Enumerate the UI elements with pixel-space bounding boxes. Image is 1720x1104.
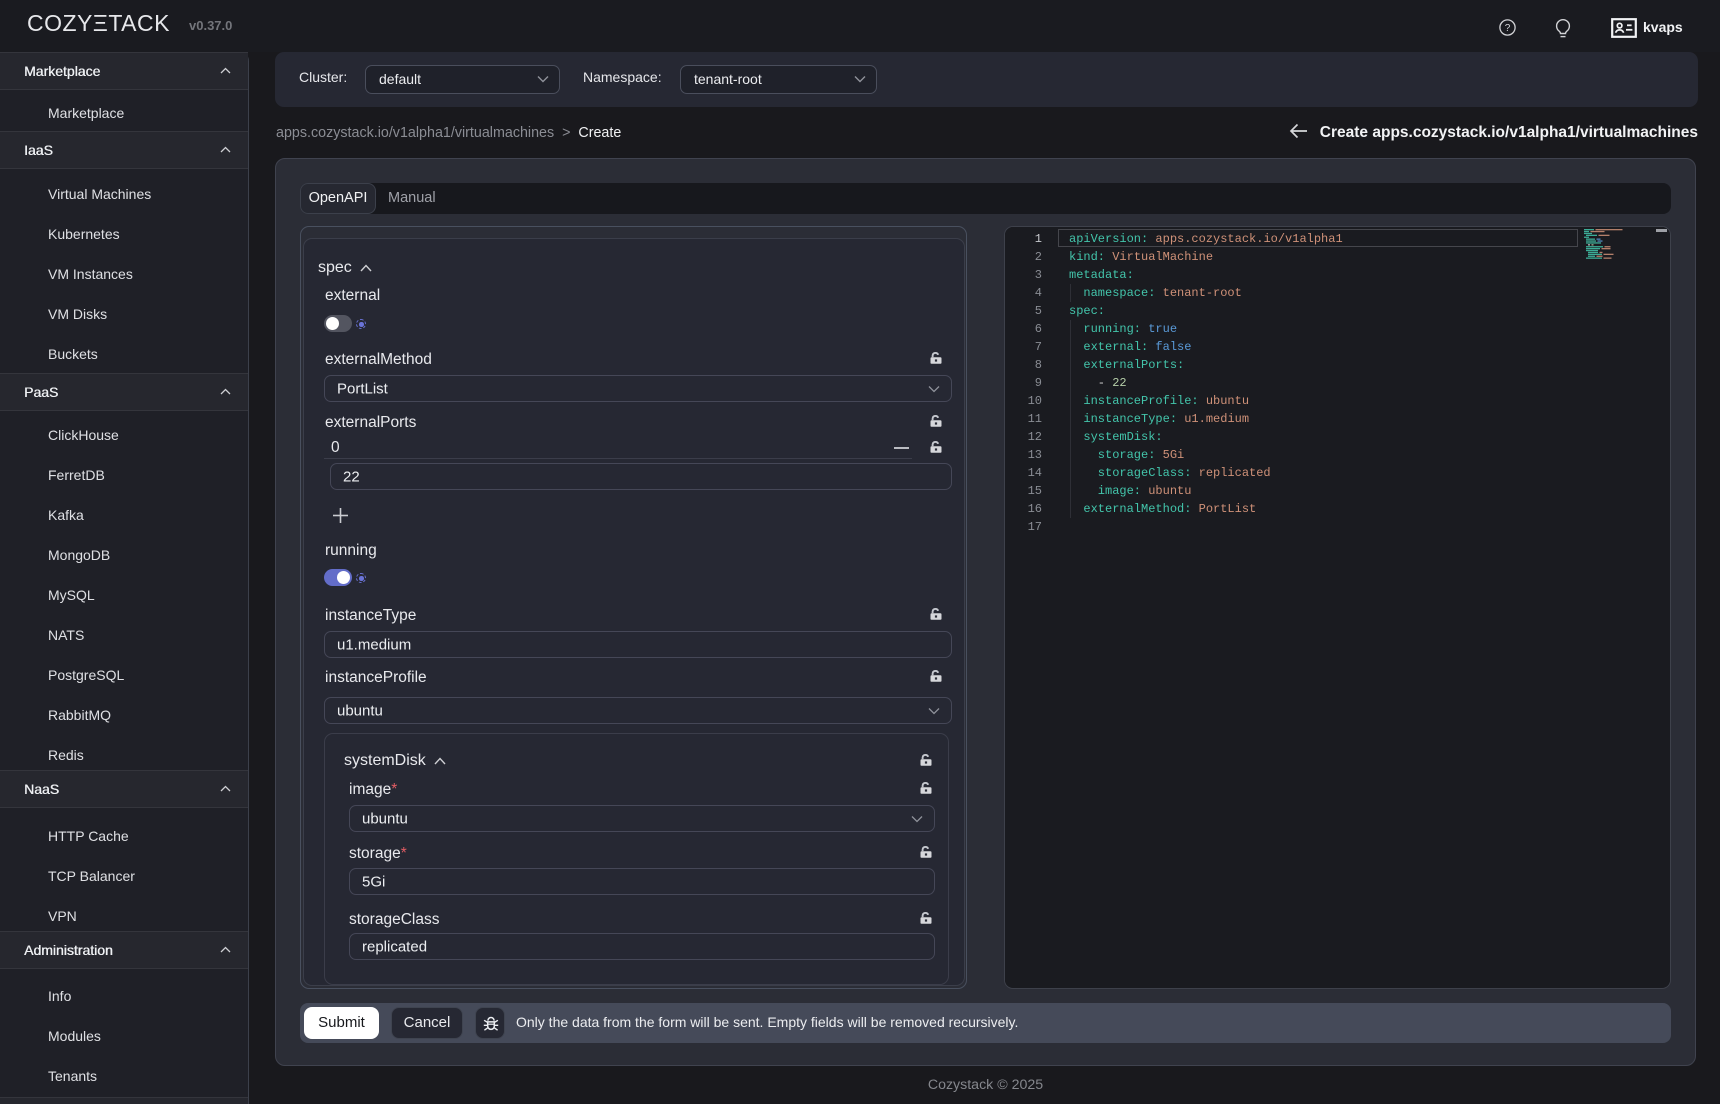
svg-text:?: ? <box>1505 23 1511 34</box>
